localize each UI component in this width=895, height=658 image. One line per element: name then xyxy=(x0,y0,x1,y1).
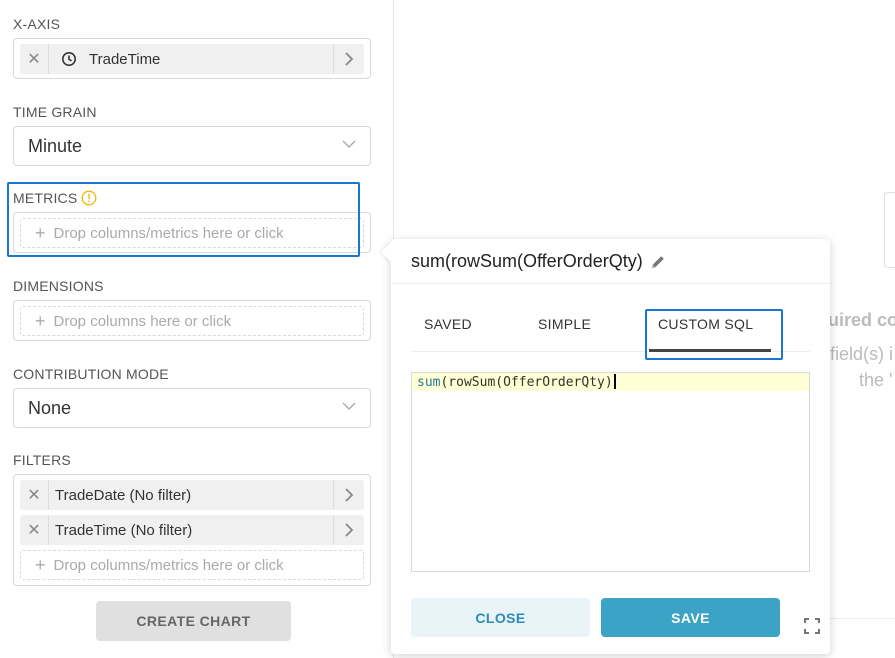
tab-simple[interactable]: SIMPLE xyxy=(538,316,591,332)
chevron-right-icon[interactable] xyxy=(333,44,364,74)
contribution-mode-value: None xyxy=(28,398,72,418)
x-axis-control: ✕ TradeTime xyxy=(13,38,371,79)
custom-sql-highlight-box xyxy=(645,309,783,360)
clock-icon xyxy=(61,51,77,67)
remove-icon[interactable]: ✕ xyxy=(20,480,49,510)
time-grain-select[interactable]: Minute xyxy=(13,126,371,166)
sql-function-token: sum xyxy=(417,375,441,390)
divider xyxy=(391,283,830,284)
save-button[interactable]: SAVE xyxy=(601,598,780,637)
filters-placeholder: Drop columns/metrics here or click xyxy=(53,556,284,574)
popover-title-row[interactable]: sum(rowSum(OfferOrderQty) xyxy=(411,251,667,272)
expand-icon[interactable] xyxy=(803,617,821,640)
x-axis-pill[interactable]: ✕ TradeTime xyxy=(20,44,364,74)
create-chart-button[interactable]: CREATE CHART xyxy=(96,601,291,641)
chevron-right-icon[interactable] xyxy=(333,480,364,510)
sql-rest-token: (rowSum(OfferOrderQty) xyxy=(440,375,613,390)
time-grain-label: TIME GRAIN xyxy=(13,104,97,120)
control-panel: X-AXIS ✕ TradeTime TIME GRAIN Minute MET… xyxy=(0,0,394,658)
time-grain-value: Minute xyxy=(28,136,83,156)
text-cursor xyxy=(613,374,616,389)
background-text: field(s) i xyxy=(830,344,894,364)
dimensions-label: DIMENSIONS xyxy=(13,278,104,294)
x-axis-label: X-AXIS xyxy=(13,16,61,32)
filter-pill[interactable]: ✕ TradeDate (No filter) xyxy=(20,480,364,510)
filter-label: TradeTime (No filter) xyxy=(55,521,193,539)
contribution-mode-label: CONTRIBUTION MODE xyxy=(13,366,169,382)
sql-code: sum(rowSum(OfferOrderQty) xyxy=(417,374,616,390)
remove-icon[interactable]: ✕ xyxy=(20,44,49,74)
chevron-right-icon[interactable] xyxy=(333,515,364,545)
filter-pill[interactable]: ✕ TradeTime (No filter) xyxy=(20,515,364,545)
x-axis-value: TradeTime xyxy=(89,50,161,68)
tab-saved[interactable]: SAVED xyxy=(424,316,472,332)
sql-editor[interactable]: sum(rowSum(OfferOrderQty) xyxy=(411,372,810,572)
plus-icon: + xyxy=(35,310,46,331)
metric-editor-popover: sum(rowSum(OfferOrderQty) SAVED SIMPLE C… xyxy=(381,239,830,654)
plus-icon: + xyxy=(35,554,46,575)
background-text: uired co xyxy=(828,310,895,330)
background-divider xyxy=(830,618,895,619)
metrics-highlight-box xyxy=(7,182,360,257)
dimensions-placeholder: Drop columns here or click xyxy=(53,312,232,330)
dimensions-control: + Drop columns here or click xyxy=(13,300,371,341)
pencil-icon[interactable] xyxy=(649,253,667,271)
close-button[interactable]: CLOSE xyxy=(411,598,590,637)
filters-drop-zone[interactable]: + Drop columns/metrics here or click xyxy=(20,550,364,580)
background-text: the ' xyxy=(859,370,893,390)
remove-icon[interactable]: ✕ xyxy=(20,515,49,545)
filters-control: ✕ TradeDate (No filter) ✕ TradeTime (No … xyxy=(13,474,371,586)
metric-title: sum(rowSum(OfferOrderQty) xyxy=(411,251,643,271)
chevron-down-icon xyxy=(342,399,356,418)
chevron-down-icon xyxy=(342,137,356,156)
background-card xyxy=(884,192,895,268)
dimensions-drop-zone[interactable]: + Drop columns here or click xyxy=(20,306,364,336)
contribution-mode-select[interactable]: None xyxy=(13,388,371,428)
filters-label: FILTERS xyxy=(13,452,71,468)
filter-label: TradeDate (No filter) xyxy=(55,486,192,504)
